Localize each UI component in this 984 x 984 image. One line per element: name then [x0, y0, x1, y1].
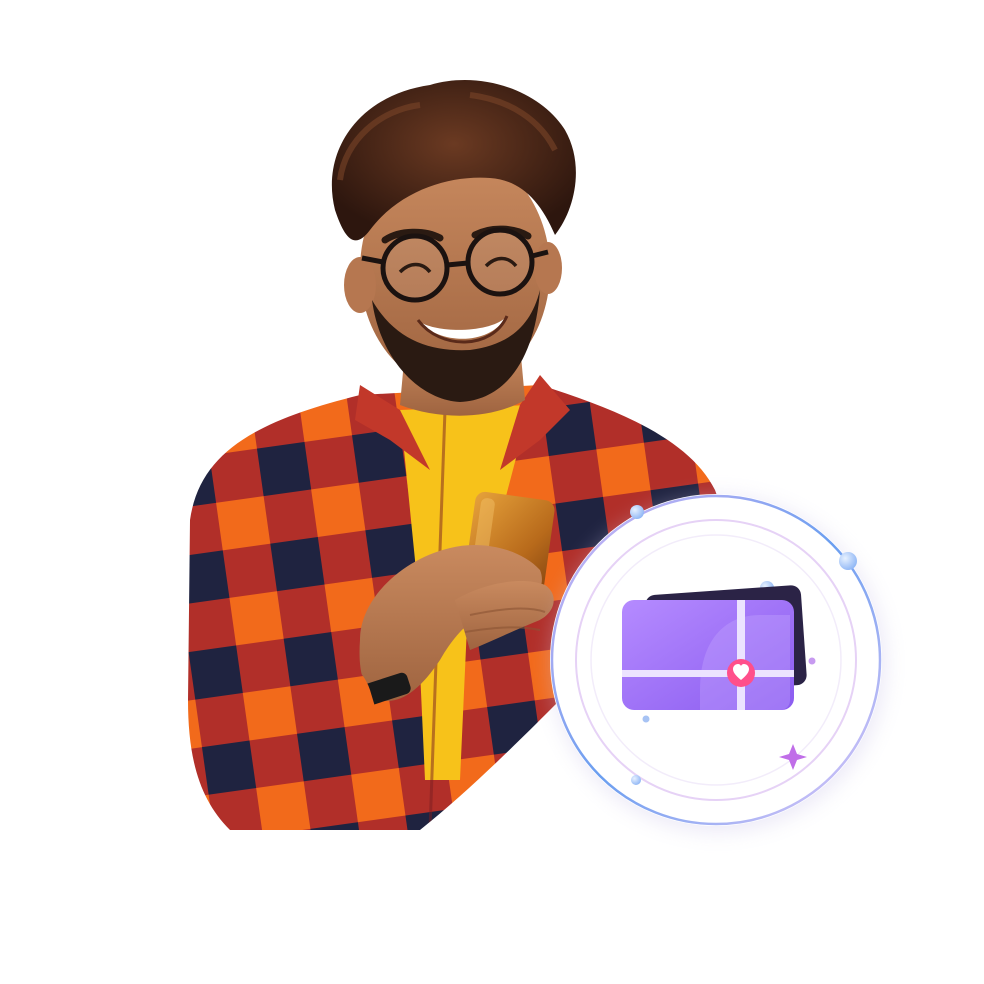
orbit-dot — [631, 775, 641, 785]
orbit-dot — [839, 552, 857, 570]
gift-card-badge — [550, 494, 886, 832]
gift-card-icon — [622, 585, 807, 710]
image-canvas — [0, 0, 984, 984]
orbit-dot — [642, 715, 650, 723]
orbit-dot — [808, 657, 816, 665]
orbit-dot — [630, 505, 644, 519]
